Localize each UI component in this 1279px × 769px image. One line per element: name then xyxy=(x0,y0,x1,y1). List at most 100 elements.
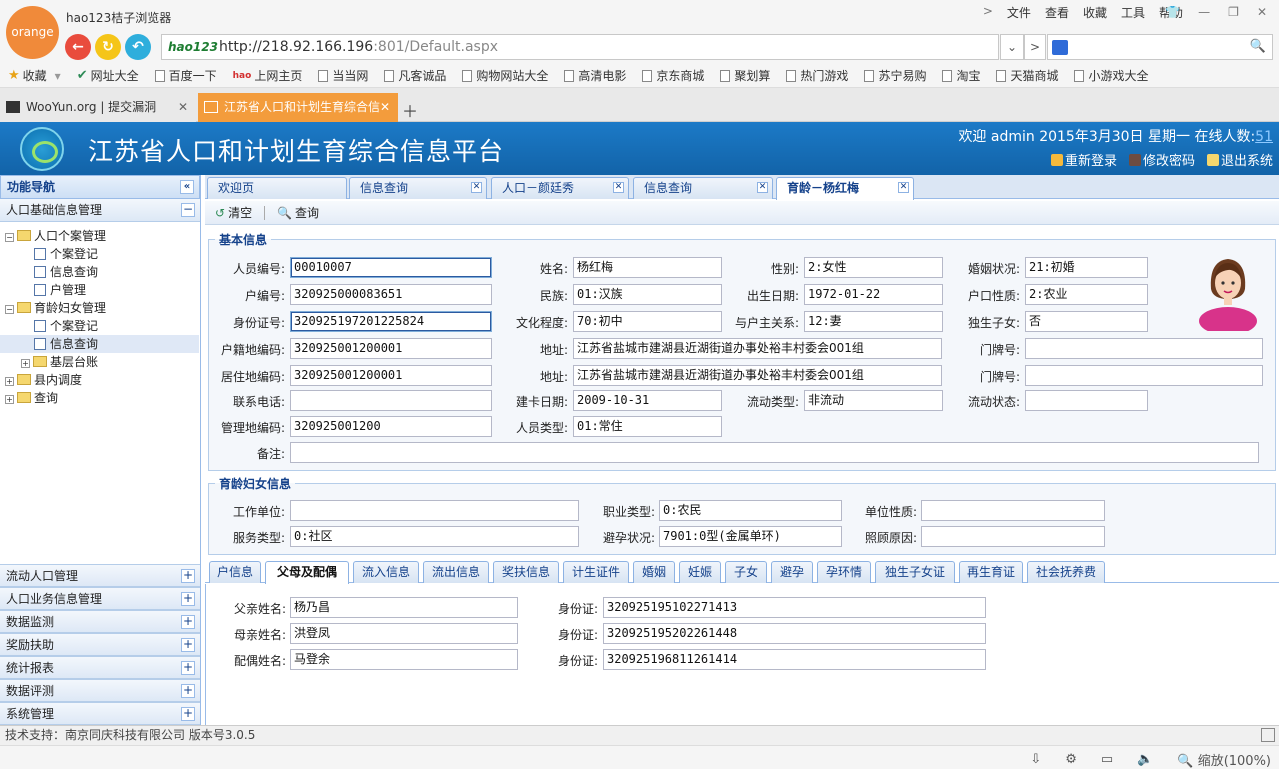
plus-icon[interactable]: + xyxy=(21,359,30,368)
marital-field[interactable]: 21:初婚 xyxy=(1025,257,1148,278)
plus-icon[interactable]: + xyxy=(181,707,195,721)
flow-status-field[interactable] xyxy=(1025,390,1148,411)
minus-icon[interactable]: − xyxy=(181,203,195,217)
mother-name-field[interactable]: 洪登凤 xyxy=(290,623,518,644)
name-field[interactable]: 杨红梅 xyxy=(573,257,722,278)
plus-icon[interactable]: + xyxy=(181,592,195,606)
person-type-field[interactable]: 01:常住 xyxy=(573,416,722,437)
bookmark-item[interactable]: hao 上网主页 xyxy=(233,67,303,84)
speaker-icon[interactable]: 🔈 xyxy=(1137,752,1153,767)
spouse-name-field[interactable]: 马登余 xyxy=(290,649,518,670)
tab-info-query-1[interactable]: 信息查询 ✕ xyxy=(349,177,487,199)
tab-close-icon[interactable]: ✕ xyxy=(471,182,482,193)
father-id-field[interactable]: 320925195102271413 xyxy=(603,597,986,618)
person-id-field[interactable]: 00010007 xyxy=(290,257,492,278)
remark-field[interactable] xyxy=(290,442,1259,463)
subtab-children[interactable]: 子女 xyxy=(725,561,767,583)
panel-floating-population[interactable]: 流动人口管理 + xyxy=(0,564,200,587)
unit-nature-field[interactable] xyxy=(921,500,1105,521)
subtab-parents-spouse[interactable]: 父母及配偶 xyxy=(265,561,349,584)
subtab-reward[interactable]: 奖扶信息 xyxy=(493,561,559,583)
job-type-field[interactable]: 0:农民 xyxy=(659,500,842,521)
tab-close-icon[interactable]: ✕ xyxy=(898,182,909,193)
minimize-icon[interactable]: — xyxy=(1198,5,1210,19)
tree-node-individual-mgmt[interactable]: − 人口个案管理 xyxy=(0,227,199,245)
maximize-icon[interactable]: ❐ xyxy=(1228,5,1239,19)
subtab-certificates[interactable]: 计生证件 xyxy=(563,561,629,583)
education-field[interactable]: 70:初中 xyxy=(573,311,722,332)
subtab-rebirth-cert[interactable]: 再生育证 xyxy=(959,561,1023,583)
tab-welcome[interactable]: 欢迎页 xyxy=(207,177,347,199)
display-icon[interactable]: ▭ xyxy=(1101,752,1113,767)
contraception-field[interactable]: 7901:0型(金属单环) xyxy=(659,526,842,547)
bookmark-item[interactable]: 热门游戏 xyxy=(786,67,848,84)
bookmark-item[interactable]: 京东商城 xyxy=(642,67,704,84)
plus-icon[interactable]: + xyxy=(181,638,195,652)
service-type-field[interactable]: 0:社区 xyxy=(290,526,579,547)
relogin-link[interactable]: 重新登录 xyxy=(1050,150,1117,169)
address-1-field[interactable]: 江苏省盐城市建湖县近湖街道办事处裕丰村委会001组 xyxy=(573,338,942,359)
panel-reward-support[interactable]: 奖励扶助 + xyxy=(0,633,200,656)
bookmark-item[interactable]: 苏宁易购 xyxy=(864,67,926,84)
tab-women-yang[interactable]: 育龄－杨红梅 ✕ xyxy=(776,177,914,200)
bookmark-item[interactable]: 购物网站大全 xyxy=(462,67,548,84)
bookmark-item[interactable]: 聚划算 xyxy=(720,67,770,84)
menu-favorites[interactable]: 收藏 xyxy=(1083,4,1107,21)
tab-close-icon[interactable]: ✕ xyxy=(757,182,768,193)
minus-icon[interactable]: − xyxy=(5,305,14,314)
subtab-contraception[interactable]: 避孕 xyxy=(771,561,813,583)
tab-close-icon[interactable]: ✕ xyxy=(380,93,390,121)
card-date-field[interactable]: 2009-10-31 xyxy=(573,390,722,411)
tree-node-county-dispatch[interactable]: + 县内调度 xyxy=(0,371,199,389)
browser-tab-active[interactable]: 江苏省人口和计划生育综合信 ✕ xyxy=(198,93,398,122)
mother-id-field[interactable]: 320925195202261448 xyxy=(603,623,986,644)
only-child-field[interactable]: 否 xyxy=(1025,311,1148,332)
gear-icon[interactable]: ⚙ xyxy=(1065,752,1077,767)
panel-data-evaluation[interactable]: 数据评测 + xyxy=(0,679,200,702)
reg-code-field[interactable]: 320925001200001 xyxy=(290,338,492,359)
tree-node-women-info-query[interactable]: 信息查询 xyxy=(0,335,199,353)
gender-field[interactable]: 2:女性 xyxy=(804,257,943,278)
minus-icon[interactable]: − xyxy=(5,233,14,242)
tree-node-grassroots-ledger[interactable]: + 基层台账 xyxy=(0,353,199,371)
refresh-button[interactable]: ↻ xyxy=(95,34,121,60)
subtab-inflow[interactable]: 流入信息 xyxy=(353,561,419,583)
skin-icon[interactable]: 👕 xyxy=(1165,5,1180,19)
hukou-type-field[interactable]: 2:农业 xyxy=(1025,284,1148,305)
household-id-field[interactable]: 320925000083651 xyxy=(290,284,492,305)
care-reason-field[interactable] xyxy=(921,526,1105,547)
browser-tab[interactable]: WooYun.org | 提交漏洞 ✕ xyxy=(0,93,196,122)
plus-icon[interactable]: + xyxy=(5,395,14,404)
menu-file[interactable]: 文件 xyxy=(1007,4,1031,21)
panel-population-business[interactable]: 人口业务信息管理 + xyxy=(0,587,200,610)
menu-tools[interactable]: 工具 xyxy=(1121,4,1145,21)
id-card-field[interactable]: 320925197201225824 xyxy=(290,311,492,332)
bookmark-item[interactable]: ✔ 网址大全 xyxy=(77,67,139,84)
chevron-down-icon[interactable]: ▾ xyxy=(55,69,61,83)
address-bar[interactable]: hao123 http://218.92.166.196:801/Default… xyxy=(161,34,999,60)
door-1-field[interactable] xyxy=(1025,338,1263,359)
undo-button[interactable]: ↶ xyxy=(125,34,151,60)
panel-data-monitor[interactable]: 数据监测 + xyxy=(0,610,200,633)
back-button[interactable]: ← xyxy=(65,34,91,60)
door-2-field[interactable] xyxy=(1025,365,1263,386)
bookmark-item[interactable]: 凡客诚品 xyxy=(384,67,446,84)
plus-icon[interactable]: + xyxy=(5,377,14,386)
tab-close-icon[interactable]: ✕ xyxy=(178,93,188,121)
close-icon[interactable]: ✕ xyxy=(1257,5,1267,19)
bookmark-item[interactable]: 小游戏大全 xyxy=(1074,67,1149,84)
zoom-control[interactable]: 🔍 缩放(100%) xyxy=(1177,750,1271,769)
bookmark-item[interactable]: 当当网 xyxy=(318,67,368,84)
panel-system-mgmt[interactable]: 系统管理 + xyxy=(0,702,200,725)
search-input[interactable]: 🔍 xyxy=(1047,34,1273,60)
spouse-id-field[interactable]: 320925196811261414 xyxy=(603,649,986,670)
birth-date-field[interactable]: 1972-01-22 xyxy=(804,284,943,305)
res-code-field[interactable]: 320925001200001 xyxy=(290,365,492,386)
bookmark-item[interactable]: 淘宝 xyxy=(942,67,980,84)
subtab-outflow[interactable]: 流出信息 xyxy=(423,561,489,583)
tree-node-women-case-register[interactable]: 个案登记 xyxy=(0,317,199,335)
work-unit-field[interactable] xyxy=(290,500,579,521)
tab-person-yan[interactable]: 人口－颜廷秀 ✕ xyxy=(491,177,629,199)
tree-node-case-register[interactable]: 个案登记 xyxy=(0,245,199,263)
logout-link[interactable]: 退出系统 xyxy=(1206,150,1273,169)
